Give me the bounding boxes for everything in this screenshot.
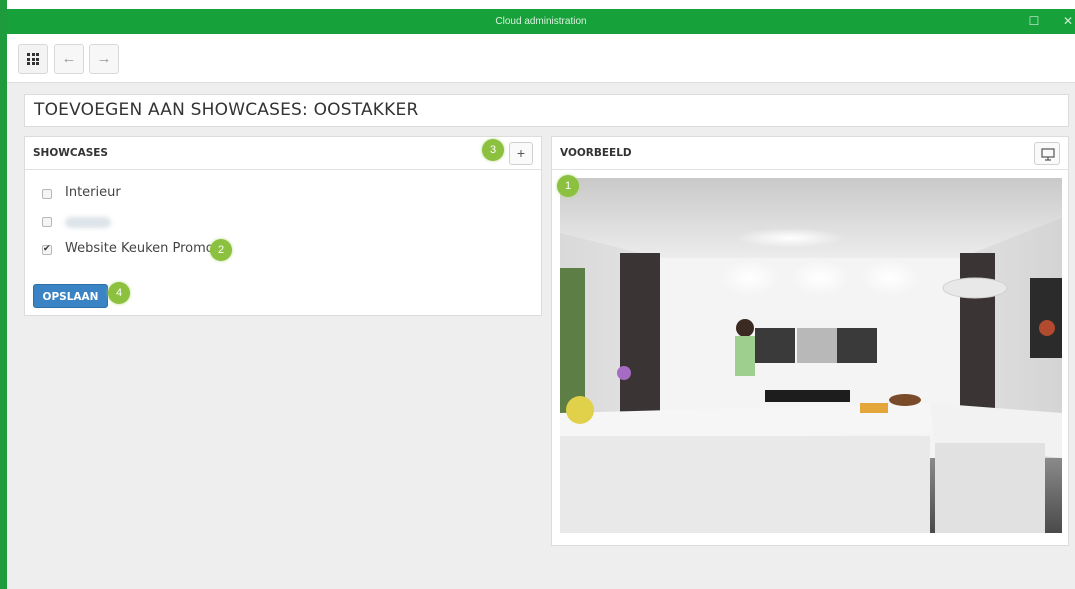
showcase-label: Interieur	[65, 185, 121, 200]
preview-panel-title: VOORBEELD	[560, 147, 632, 159]
list-item[interactable]: Interieur	[42, 182, 541, 210]
step-marker-4: 4	[108, 282, 130, 304]
showcases-panel: SHOWCASES + Interieur Website Keuken Pro…	[24, 136, 542, 316]
apps-button[interactable]	[18, 44, 48, 74]
showcase-list: Interieur Website Keuken Promo	[25, 170, 541, 266]
monitor-button[interactable]	[1034, 142, 1060, 165]
list-item[interactable]: Website Keuken Promo	[42, 238, 541, 266]
preview-panel: VOORBEELD	[551, 136, 1069, 546]
redacted-label	[65, 217, 111, 228]
close-icon[interactable]: ✕	[1057, 9, 1075, 34]
page-header: TOEVOEGEN AAN SHOWCASES: OOSTAKKER	[24, 94, 1069, 127]
title-bar: Cloud administration ☐ ✕	[7, 9, 1075, 34]
preview-image	[560, 178, 1062, 533]
maximize-icon[interactable]: ☐	[1023, 9, 1045, 34]
window-title: Cloud administration	[495, 16, 587, 27]
list-item[interactable]	[42, 210, 541, 238]
add-showcase-button[interactable]: +	[509, 142, 533, 165]
step-marker-3: 3	[482, 139, 504, 161]
top-strip	[7, 0, 1075, 9]
grid-icon	[27, 53, 39, 65]
showcases-panel-header: SHOWCASES +	[25, 137, 541, 170]
showcase-checkbox-checked[interactable]	[42, 243, 52, 255]
save-button[interactable]: OPSLAAN	[33, 284, 108, 308]
step-marker-2: 2	[210, 239, 232, 261]
showcase-label: Website Keuken Promo	[65, 241, 214, 256]
monitor-icon	[1041, 148, 1055, 161]
step-marker-1: 1	[557, 175, 579, 197]
showcase-checkbox[interactable]	[42, 217, 52, 227]
page-title: TOEVOEGEN AAN SHOWCASES: OOSTAKKER	[34, 100, 419, 120]
toolbar: ← →	[7, 34, 1075, 83]
back-button[interactable]: ←	[54, 44, 84, 74]
forward-button[interactable]: →	[89, 44, 119, 74]
showcase-checkbox[interactable]	[42, 189, 52, 199]
showcases-panel-title: SHOWCASES	[33, 147, 108, 159]
preview-panel-header: VOORBEELD	[552, 137, 1068, 170]
